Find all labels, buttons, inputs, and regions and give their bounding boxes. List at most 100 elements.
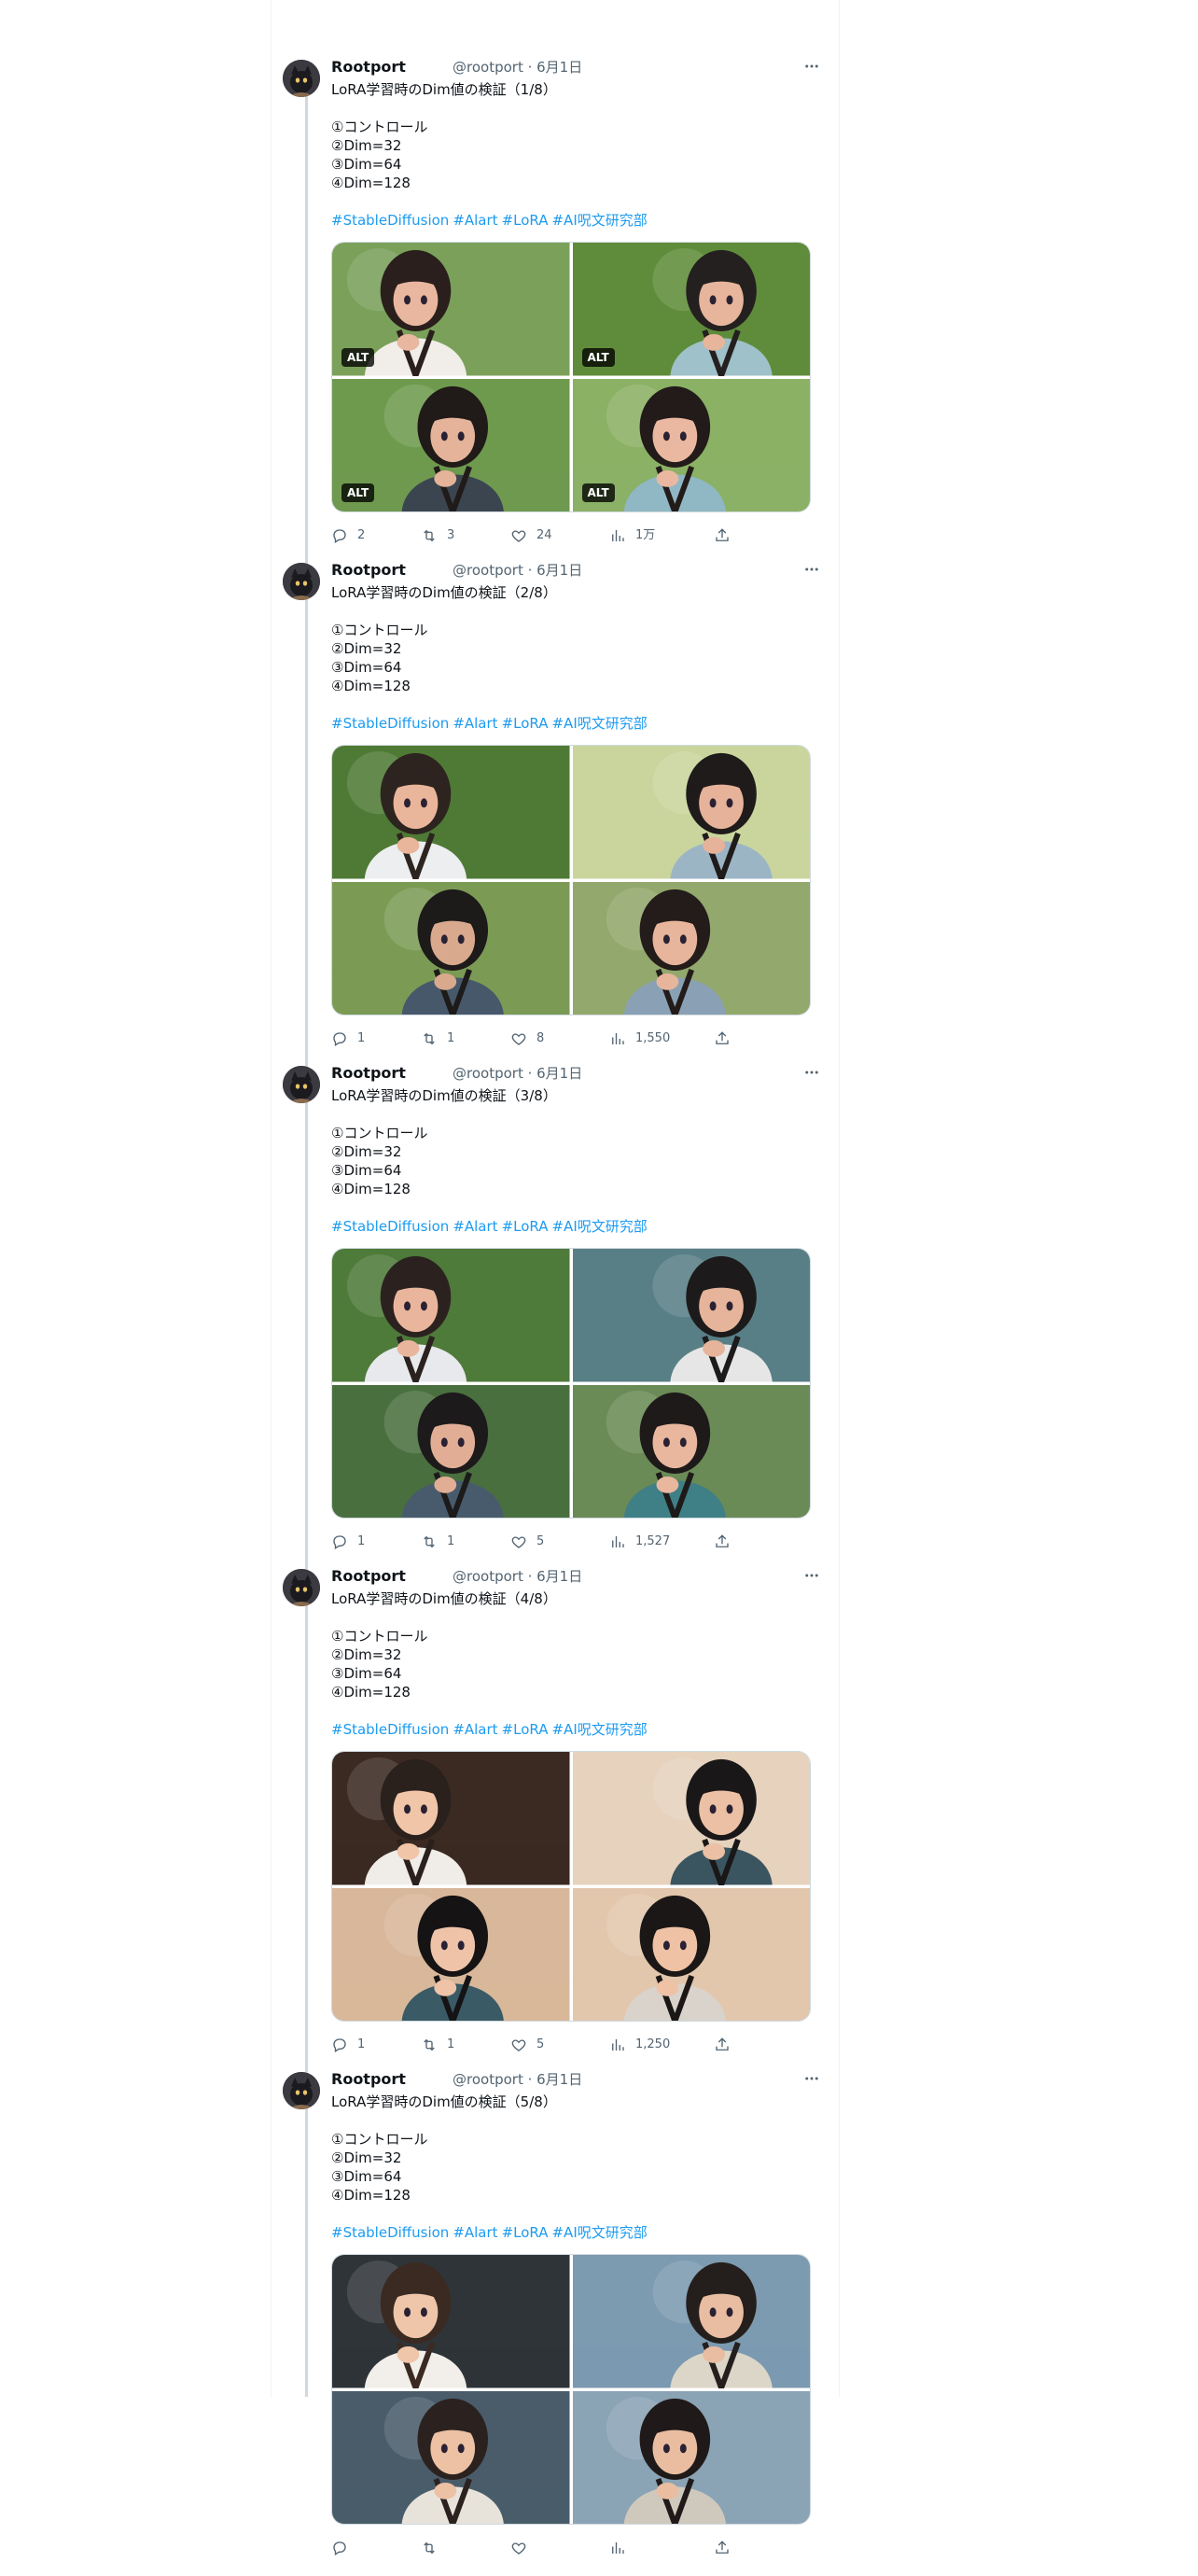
media-image[interactable] <box>332 1249 570 1382</box>
author-handle-date[interactable]: @rootport · 6月1日 <box>453 57 582 77</box>
hashtag-link[interactable]: #AI呪文研究部 <box>551 212 647 229</box>
media-image[interactable] <box>572 2390 810 2524</box>
media-image[interactable] <box>332 2255 570 2388</box>
author-name[interactable]: Rootport <box>331 1567 406 1585</box>
media-image[interactable] <box>572 746 810 879</box>
avatar[interactable] <box>283 2072 320 2109</box>
tweet-date[interactable]: 6月1日 <box>536 1568 582 1585</box>
author-handle-date[interactable]: @rootport · 6月1日 <box>453 1566 582 1587</box>
hashtag-link[interactable]: #LoRA <box>502 715 549 732</box>
retweet-button[interactable] <box>421 2537 447 2559</box>
tweet[interactable]: Rootport @rootport · 6月1日 LoRA学習時のDim値の検… <box>0 1566 1198 2073</box>
avatar[interactable] <box>283 563 320 600</box>
hashtag-link[interactable]: #AI呪文研究部 <box>551 2224 647 2241</box>
tweet-date[interactable]: 6月1日 <box>536 1065 582 1082</box>
like-button[interactable]: 5 <box>510 2034 544 2056</box>
author-handle[interactable]: @rootport <box>453 562 523 579</box>
author-handle[interactable]: @rootport <box>453 2071 523 2088</box>
share-button[interactable] <box>714 1028 731 1050</box>
author-name[interactable]: Rootport <box>331 561 406 579</box>
media-image[interactable] <box>572 1384 810 1518</box>
tweet[interactable]: Rootport @rootport · 6月1日 LoRA学習時のDim値の検… <box>0 2069 1198 2576</box>
like-button[interactable]: 5 <box>510 1531 544 1553</box>
media-image[interactable] <box>332 1752 570 1885</box>
author-name[interactable]: Rootport <box>331 1064 406 1082</box>
views-button[interactable]: 1,550 <box>609 1028 670 1050</box>
author-handle[interactable]: @rootport <box>453 1568 523 1585</box>
media-image[interactable] <box>332 1384 570 1518</box>
author-handle[interactable]: @rootport <box>453 1065 523 1082</box>
hashtag-link[interactable]: #StableDiffusion <box>331 2224 449 2241</box>
retweet-button[interactable]: 3 <box>421 525 454 547</box>
hashtag-link[interactable]: #Alart <box>453 1721 497 1738</box>
author-handle-date[interactable]: @rootport · 6月1日 <box>453 560 582 581</box>
author-name[interactable]: Rootport <box>331 58 406 76</box>
hashtag-link[interactable]: #StableDiffusion <box>331 1218 449 1235</box>
author-handle-date[interactable]: @rootport · 6月1日 <box>453 1063 582 1084</box>
more-options-button[interactable] <box>796 1057 828 1088</box>
like-button[interactable]: 8 <box>510 1028 544 1050</box>
tweet-date[interactable]: 6月1日 <box>536 2071 582 2088</box>
reply-button[interactable]: 1 <box>331 2034 365 2056</box>
views-button[interactable]: 1万 <box>609 525 655 547</box>
media-image[interactable] <box>572 1887 810 2021</box>
retweet-button[interactable]: 1 <box>421 1028 454 1050</box>
media-image[interactable] <box>572 2255 810 2388</box>
more-options-button[interactable] <box>796 2063 828 2094</box>
tweet[interactable]: Rootport @rootport · 6月1日 LoRA学習時のDim値の検… <box>0 560 1198 1067</box>
share-button[interactable] <box>714 2537 731 2559</box>
media-image[interactable]: ALT <box>572 378 810 511</box>
reply-button[interactable]: 1 <box>331 1028 365 1050</box>
share-button[interactable] <box>714 1531 731 1553</box>
media-image[interactable] <box>332 746 570 879</box>
share-button[interactable] <box>714 525 731 547</box>
hashtag-link[interactable]: #LoRA <box>502 1721 549 1738</box>
views-button[interactable]: 1,527 <box>609 1531 670 1553</box>
author-handle[interactable]: @rootport <box>453 59 523 76</box>
hashtag-link[interactable]: #Alart <box>453 1218 497 1235</box>
hashtag-link[interactable]: #Alart <box>453 212 497 229</box>
media-image[interactable] <box>332 881 570 1015</box>
media-image[interactable] <box>572 881 810 1015</box>
hashtag-link[interactable]: #LoRA <box>502 1218 549 1235</box>
hashtag-link[interactable]: #StableDiffusion <box>331 715 449 732</box>
author-name[interactable]: Rootport <box>331 2070 406 2088</box>
views-button[interactable] <box>609 2537 635 2559</box>
media-image[interactable]: ALT <box>332 243 570 376</box>
like-button[interactable] <box>510 2537 536 2559</box>
media-image[interactable] <box>572 1752 810 1885</box>
reply-button[interactable] <box>331 2537 357 2559</box>
author-handle-date[interactable]: @rootport · 6月1日 <box>453 2069 582 2090</box>
hashtag-link[interactable]: #LoRA <box>502 2224 549 2241</box>
alt-badge[interactable]: ALT <box>341 347 375 367</box>
reply-button[interactable]: 2 <box>331 525 365 547</box>
avatar[interactable] <box>283 60 320 97</box>
media-image[interactable]: ALT <box>572 243 810 376</box>
tweet-date[interactable]: 6月1日 <box>536 59 582 76</box>
like-button[interactable]: 24 <box>510 525 552 547</box>
media-image[interactable] <box>332 2390 570 2524</box>
more-options-button[interactable] <box>796 553 828 585</box>
avatar[interactable] <box>283 1569 320 1606</box>
hashtag-link[interactable]: #AI呪文研究部 <box>551 1218 647 1235</box>
retweet-button[interactable]: 1 <box>421 1531 454 1553</box>
share-button[interactable] <box>714 2034 731 2056</box>
reply-button[interactable]: 1 <box>331 1531 365 1553</box>
hashtag-link[interactable]: #Alart <box>453 715 497 732</box>
hashtag-link[interactable]: #LoRA <box>502 212 549 229</box>
media-image[interactable]: ALT <box>332 378 570 511</box>
hashtag-link[interactable]: #StableDiffusion <box>331 212 449 229</box>
alt-badge[interactable]: ALT <box>581 483 615 502</box>
tweet[interactable]: Rootport @rootport · 6月1日 LoRA学習時のDim値の検… <box>0 1063 1198 1570</box>
alt-badge[interactable]: ALT <box>341 483 375 502</box>
retweet-button[interactable]: 1 <box>421 2034 454 2056</box>
hashtag-link[interactable]: #Alart <box>453 2224 497 2241</box>
hashtag-link[interactable]: #AI呪文研究部 <box>551 1721 647 1738</box>
hashtag-link[interactable]: #StableDiffusion <box>331 1721 449 1738</box>
media-image[interactable] <box>332 1887 570 2021</box>
more-options-button[interactable] <box>796 1560 828 1591</box>
more-options-button[interactable] <box>796 50 828 82</box>
media-image[interactable] <box>572 1249 810 1382</box>
tweet-date[interactable]: 6月1日 <box>536 562 582 579</box>
tweet[interactable]: Rootport @rootport · 6月1日 LoRA学習時のDim値の検… <box>0 57 1198 564</box>
